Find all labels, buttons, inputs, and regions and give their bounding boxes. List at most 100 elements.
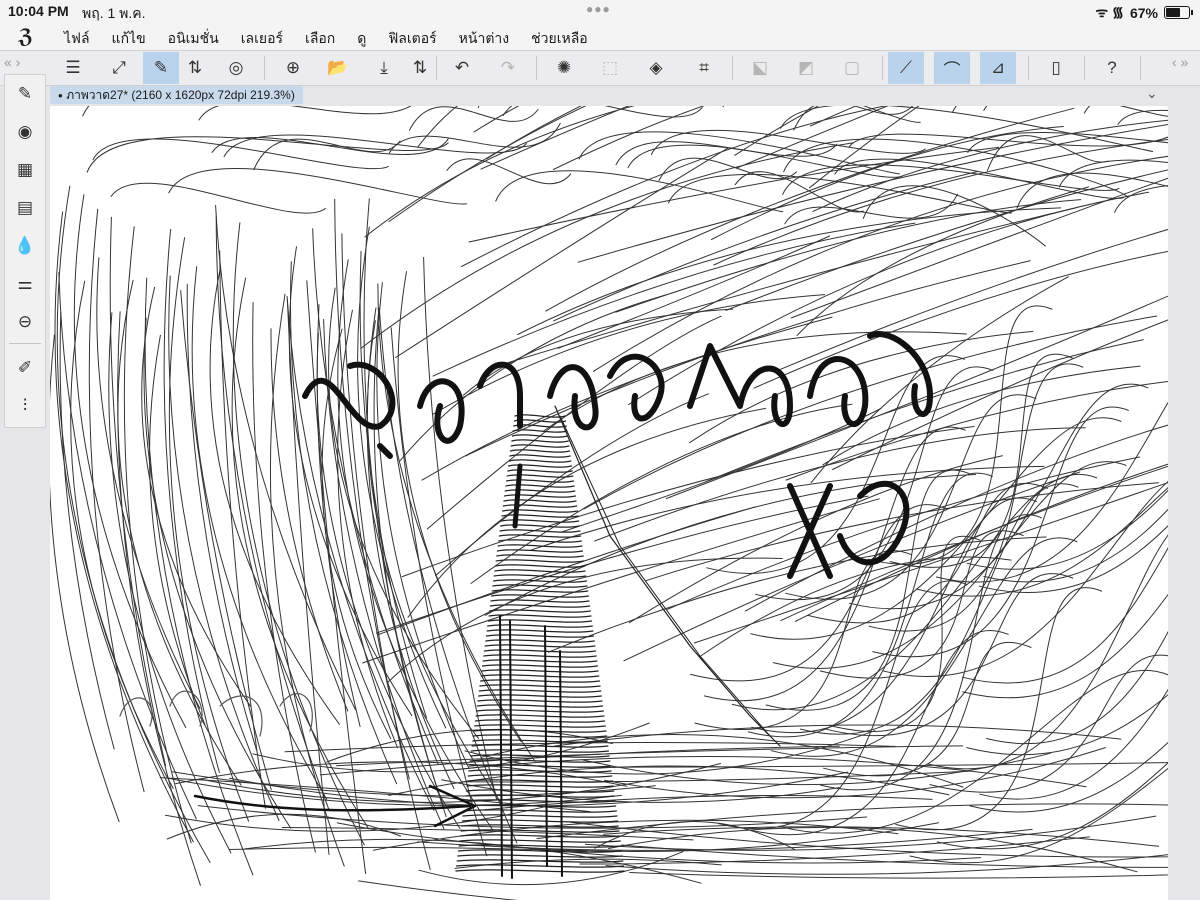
subtool-icon[interactable]: ◉ (9, 117, 41, 147)
tower-stroke (485, 634, 595, 638)
deselect-icon[interactable]: ⬚ (592, 52, 628, 84)
tower-stroke (475, 714, 605, 718)
menu-item-1[interactable]: แก้ไข (112, 28, 146, 50)
tower-stroke (481, 669, 599, 673)
toolbar-separator (1140, 56, 1141, 80)
menu-item-3[interactable]: เลเยอร์ (241, 28, 283, 50)
tower-stroke (456, 859, 624, 863)
app-logo-icon[interactable]: ℨ (18, 24, 33, 49)
fill-icon[interactable]: ◈ (638, 52, 674, 84)
multitask-dots[interactable]: ●●● (586, 2, 611, 16)
sketch-stroke (1117, 109, 1168, 125)
sketch-stroke (594, 427, 1086, 542)
sketch-stroke (621, 844, 1168, 868)
sketch-stroke (417, 106, 458, 148)
pencil-icon[interactable]: ✐ (9, 353, 41, 383)
sketch-stroke (123, 226, 192, 844)
device-icon[interactable]: ▯ (1038, 52, 1074, 84)
gradient-icon[interactable]: ◩ (788, 52, 824, 84)
tower-stroke (494, 569, 586, 573)
tower-stroke (498, 539, 582, 543)
tower-stroke (461, 819, 619, 823)
clear-selection-icon[interactable]: ⬕ (742, 52, 778, 84)
menu-icon[interactable]: ☰ (55, 52, 91, 84)
new-canvas-icon[interactable]: ⊕ (275, 52, 311, 84)
tower-stroke (466, 784, 614, 788)
timeline-icon[interactable]: ▤ (9, 193, 41, 223)
tower-stroke (480, 679, 601, 683)
sketch-stroke (109, 216, 167, 767)
tower-stroke (470, 749, 610, 753)
tower-stroke (491, 594, 589, 598)
menu-item-8[interactable]: ช่วยเหลือ (531, 28, 588, 50)
companion-icon[interactable]: ◎ (218, 52, 254, 84)
tower-stroke (474, 724, 606, 728)
sketch-stroke (96, 257, 201, 709)
tower-stroke (462, 814, 618, 818)
tool-property-icon[interactable]: ⚌ (9, 269, 41, 299)
quick-access-icon[interactable]: ✎ (143, 52, 179, 84)
pen-tool-icon[interactable]: ✎ (9, 79, 41, 109)
sketch-stroke (583, 315, 1158, 510)
sketch-stroke (530, 465, 1045, 551)
navigator-icon[interactable]: ⊖ (9, 307, 41, 337)
help-icon[interactable]: ? (1094, 52, 1130, 84)
transform-icon[interactable]: ⌗ (686, 52, 722, 84)
sketch-stroke (110, 182, 326, 214)
tower-stroke (455, 869, 625, 873)
sketch-stroke (615, 199, 1082, 313)
adjust-icon[interactable]: ⫶ (9, 391, 41, 421)
toolbar-separator (436, 56, 437, 80)
canvas-tab[interactable]: ● ภาพวาด27* (2160 x 1620px 72dpi 219.3%) (50, 86, 303, 104)
ruler-pen-icon[interactable]: ⟋ (888, 52, 924, 84)
color-palette-icon[interactable]: ▦ (9, 155, 41, 185)
open-folder-icon[interactable]: 📂 (320, 52, 356, 84)
crop-icon[interactable]: ▢ (834, 52, 870, 84)
tower-stroke (496, 549, 584, 553)
undo-icon[interactable]: ↶ (444, 52, 480, 84)
collapse-right-icon[interactable]: ‹ » (1172, 54, 1188, 70)
sketch-stroke (799, 483, 1079, 735)
ruler-snap-icon[interactable]: ⊿ (980, 52, 1016, 84)
save-updown-icon[interactable]: ⇅ (410, 52, 430, 84)
tower-stroke (480, 674, 600, 678)
toolbar-separator (264, 56, 265, 80)
sketch-stroke (462, 308, 734, 396)
updown-icon[interactable]: ⇅ (184, 52, 206, 84)
sketch-stroke (376, 282, 470, 769)
save-icon[interactable]: ⤓ (366, 52, 402, 84)
menu-item-4[interactable]: เลือก (305, 28, 335, 50)
brush-snap-icon[interactable]: ⌒ (934, 52, 970, 84)
fullscreen-icon[interactable]: ⤢ (101, 52, 137, 84)
sketch-stroke (388, 122, 561, 154)
menu-item-7[interactable]: หน้าต่าง (459, 28, 509, 50)
tower-pillar (559, 650, 563, 877)
menu-item-5[interactable]: ดู (357, 28, 366, 50)
tower-stroke (467, 774, 613, 778)
tower-stroke (473, 729, 607, 733)
color-mix-icon[interactable]: 💧 (9, 231, 41, 261)
toolbar-separator (536, 56, 537, 80)
tower-stroke (472, 739, 608, 743)
sketch-stroke (397, 271, 522, 743)
drawing-canvas[interactable] (50, 106, 1168, 900)
menu-item-0[interactable]: ไฟล์ (64, 28, 90, 50)
right-gutter (1168, 106, 1200, 900)
battery-percent: 67% (1129, 4, 1158, 21)
sketch-stroke (358, 880, 518, 900)
sketch-stroke (180, 290, 272, 790)
collapse-left-icon[interactable]: « › (4, 54, 20, 70)
redo-icon[interactable]: ↷ (490, 52, 526, 84)
sketch-stroke (319, 745, 840, 776)
canvas-tab-title: ภาพวาด27* (2160 x 1620px 72dpi 219.3%) (66, 88, 295, 102)
loading-icon[interactable]: ✺ (546, 52, 582, 84)
tab-chevron-down-icon[interactable]: ⌄ (1146, 85, 1158, 102)
status-bar: 10:04 PM พฤ. 1 พ.ค. ●●● ᯤ ᯾ 67% (0, 0, 1200, 22)
sketch-stroke (409, 106, 539, 131)
sketch-stroke (915, 486, 1168, 597)
tower-stroke (455, 864, 625, 868)
tower-stroke (511, 439, 569, 443)
menu-item-6[interactable]: ฟิลเตอร์ (388, 28, 436, 50)
menu-item-2[interactable]: อนิเมชั่น (168, 28, 219, 50)
sketch-stroke (364, 106, 635, 238)
